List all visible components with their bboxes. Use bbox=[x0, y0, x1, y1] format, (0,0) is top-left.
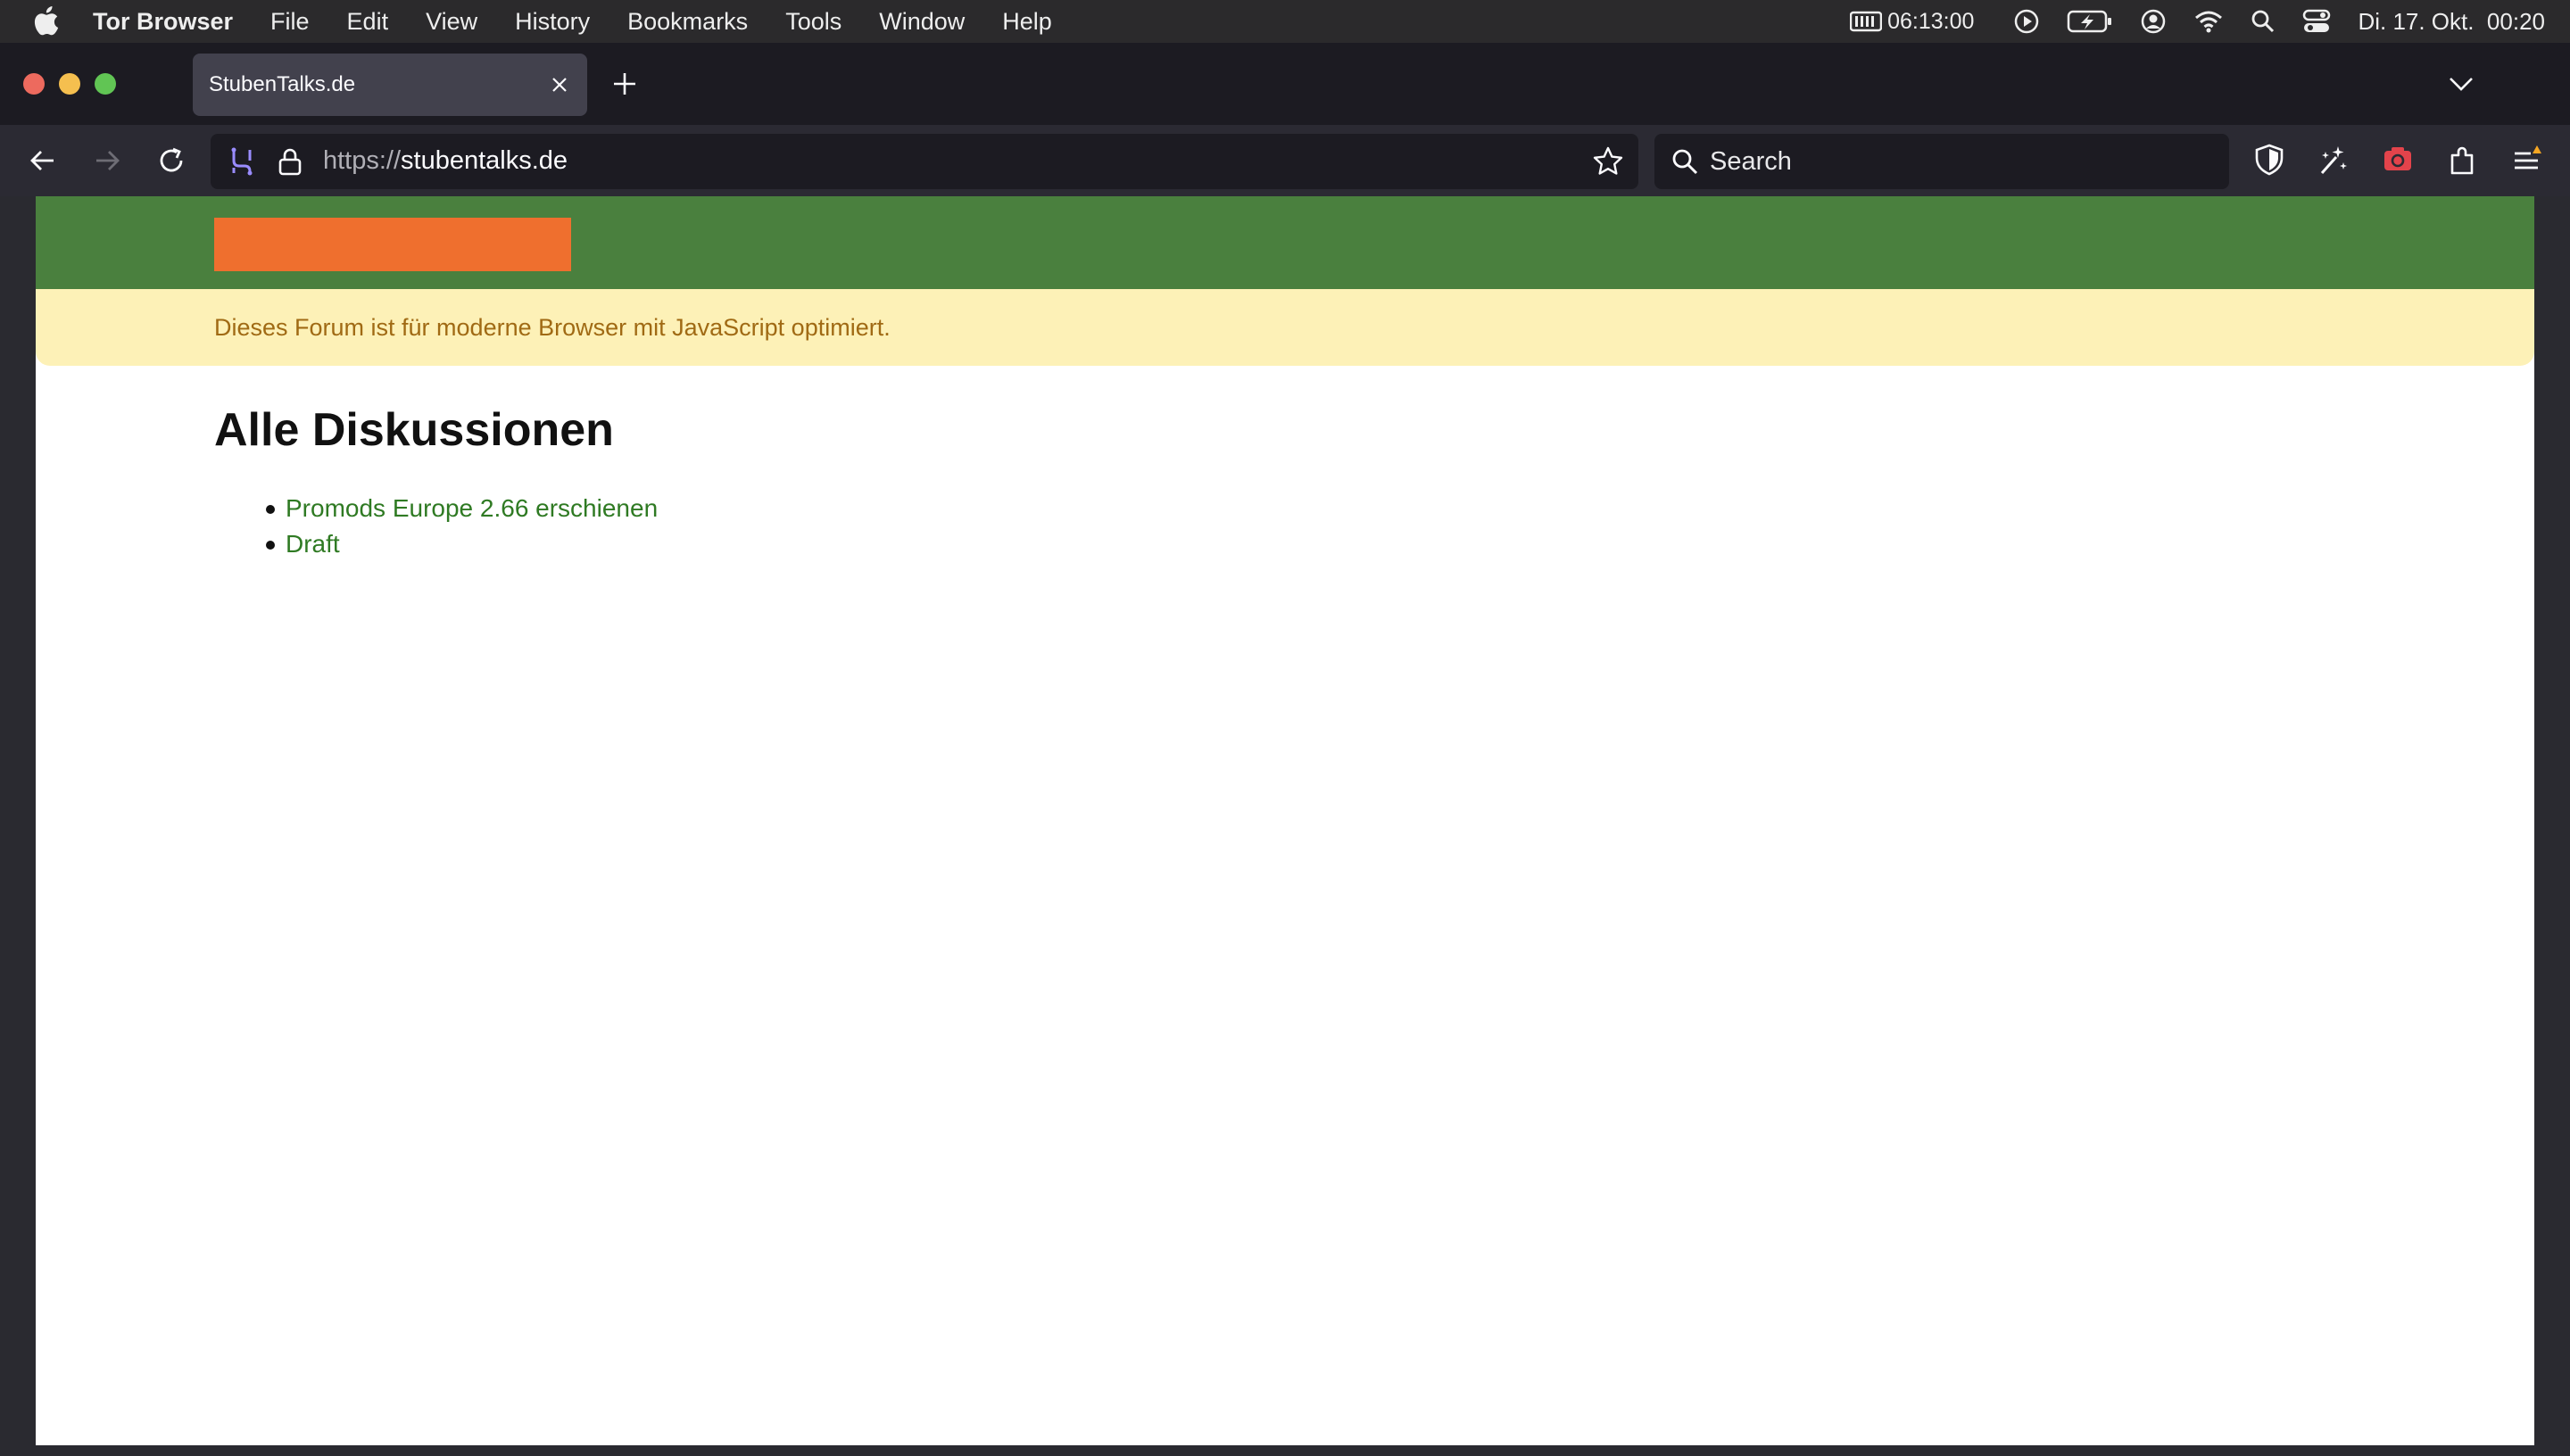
extensions-icon[interactable] bbox=[2445, 143, 2479, 177]
discussion-list: Promods Europe 2.66 erschienen Draft bbox=[214, 491, 658, 562]
tab-stubentalks[interactable]: StubenTalks.de bbox=[193, 54, 587, 116]
timer-text: 06:13:00 bbox=[1887, 8, 1975, 34]
browser-notice: Dieses Forum ist für moderne Browser mit… bbox=[36, 289, 2534, 366]
menu-edit[interactable]: Edit bbox=[347, 8, 389, 36]
menubar-clock[interactable]: Di. 17. Okt. 00:20 bbox=[2358, 8, 2545, 36]
navigation-toolbar: https://stubentalks.de Search bbox=[0, 125, 2570, 196]
macos-menu-bar: Tor Browser File Edit View History Bookm… bbox=[0, 0, 2570, 43]
url-text[interactable]: https://stubentalks.de bbox=[323, 146, 568, 176]
menu-bookmarks[interactable]: Bookmarks bbox=[627, 8, 748, 36]
menu-tools[interactable]: Tools bbox=[785, 8, 841, 36]
bookmark-star-icon[interactable] bbox=[1592, 145, 1624, 178]
menu-app-name[interactable]: Tor Browser bbox=[93, 8, 233, 36]
notice-text: Dieses Forum ist für moderne Browser mit… bbox=[214, 314, 891, 341]
window-close-button[interactable] bbox=[23, 73, 45, 95]
forward-icon[interactable] bbox=[91, 145, 123, 177]
search-bar[interactable]: Search bbox=[1654, 134, 2229, 189]
menu-window[interactable]: Window bbox=[879, 8, 965, 36]
bullet bbox=[266, 541, 275, 550]
list-item: Promods Europe 2.66 erschienen bbox=[214, 491, 658, 526]
user-icon[interactable] bbox=[2140, 8, 2167, 35]
search-icon bbox=[1672, 149, 1698, 175]
menu-icon[interactable] bbox=[2509, 143, 2543, 177]
site-logo[interactable] bbox=[214, 218, 571, 271]
play-icon[interactable] bbox=[2013, 8, 2040, 35]
site-header bbox=[36, 196, 2534, 289]
tor-circuit-icon[interactable] bbox=[227, 146, 257, 177]
screenshot-icon[interactable] bbox=[2381, 143, 2415, 177]
discussion-link[interactable]: Promods Europe 2.66 erschienen bbox=[286, 494, 658, 522]
control-center-icon[interactable] bbox=[2302, 9, 2331, 34]
menu-help[interactable]: Help bbox=[1002, 8, 1052, 36]
back-icon[interactable] bbox=[27, 145, 59, 177]
url-bar[interactable]: https://stubentalks.de bbox=[211, 134, 1638, 189]
list-item: Draft bbox=[214, 526, 658, 562]
battery-icon[interactable] bbox=[2067, 9, 2113, 34]
tab-title: StubenTalks.de bbox=[209, 72, 356, 96]
lock-icon[interactable] bbox=[277, 146, 303, 177]
menubar-status-area: 06:13:00 Di. 17. Okt. 00:20 bbox=[1823, 0, 2545, 43]
window-zoom-button[interactable] bbox=[95, 73, 116, 95]
url-host: stubentalks.de bbox=[401, 146, 568, 175]
chevron-down-icon[interactable] bbox=[2447, 73, 2475, 95]
page-viewport: Dieses Forum ist für moderne Browser mit… bbox=[36, 196, 2534, 1445]
shield-icon[interactable] bbox=[2252, 143, 2286, 177]
wifi-icon[interactable] bbox=[2193, 9, 2224, 34]
new-tab-icon[interactable] bbox=[610, 70, 639, 98]
discussion-link[interactable]: Draft bbox=[286, 530, 340, 558]
menu-view[interactable]: View bbox=[426, 8, 477, 36]
menu-history[interactable]: History bbox=[515, 8, 590, 36]
reload-icon[interactable] bbox=[155, 145, 187, 177]
page-title: Alle Diskussionen bbox=[214, 404, 614, 456]
search-placeholder: Search bbox=[1710, 147, 1792, 176]
bullet bbox=[266, 505, 275, 514]
spotlight-icon[interactable] bbox=[2251, 9, 2276, 34]
timer-icon bbox=[1850, 11, 1883, 32]
close-tab-icon[interactable] bbox=[548, 73, 571, 96]
apple-icon[interactable] bbox=[34, 6, 61, 37]
menu-file[interactable]: File bbox=[270, 8, 310, 36]
window-minimize-button[interactable] bbox=[59, 73, 80, 95]
tab-strip: StubenTalks.de bbox=[0, 43, 2570, 125]
url-scheme: https:// bbox=[323, 146, 402, 175]
timer-status[interactable]: 06:13:00 bbox=[1850, 9, 1974, 35]
new-identity-icon[interactable] bbox=[2317, 143, 2350, 177]
browser-chrome: StubenTalks.de https://stubentalks.de Se… bbox=[0, 43, 2570, 196]
